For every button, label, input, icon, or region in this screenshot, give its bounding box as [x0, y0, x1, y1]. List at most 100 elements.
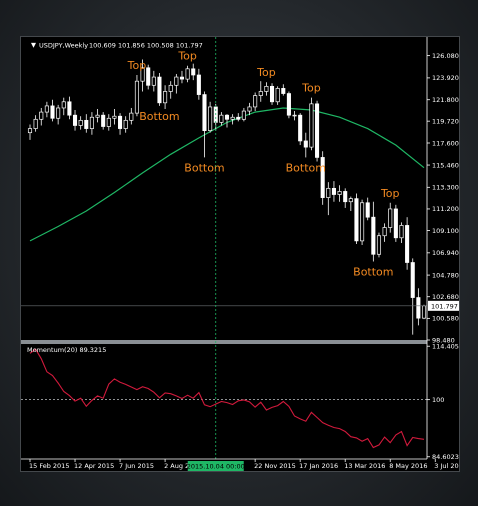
candle	[174, 73, 179, 94]
candle-body	[219, 114, 224, 123]
price-tick-label: 106.940	[432, 249, 459, 257]
time-tick-label: 15 Feb 2015	[29, 462, 69, 470]
price-tick-label: 115.460	[432, 161, 459, 169]
chart-svg[interactable]: 126.080 123.920 121.800 119.720 117.600 115.4…	[21, 37, 467, 471]
annotation-bottom: Bottom	[139, 110, 179, 123]
candle	[292, 111, 297, 121]
candle-body	[292, 114, 297, 117]
momentum-tick-label: 114.4051	[432, 343, 459, 351]
candle	[281, 84, 286, 96]
candle	[157, 72, 162, 106]
candle	[146, 64, 151, 90]
time-tick-label: 3 Jul 2016	[434, 462, 459, 470]
candle-body	[354, 198, 359, 242]
candle	[365, 197, 370, 221]
candle-body	[89, 116, 94, 129]
candle-body	[331, 187, 336, 195]
candle	[315, 100, 320, 162]
annotation-bottom: Bottom	[184, 161, 224, 174]
candle-body	[123, 119, 128, 129]
candle	[208, 101, 213, 133]
price-tick-label: 113.300	[432, 184, 459, 192]
candle-body	[224, 114, 230, 120]
symbol-label: USDJPY,Weekly	[39, 42, 88, 50]
price-tick-label: 119.720	[432, 117, 459, 125]
candle	[309, 97, 314, 151]
candle	[191, 63, 196, 81]
momentum-panel[interactable]: 114.4051 100 84.6023 Momentum(20) 89.3215	[21, 343, 463, 462]
candle-body	[410, 262, 415, 298]
candle-body	[230, 116, 235, 120]
candle-body	[286, 93, 291, 116]
candle	[196, 68, 201, 100]
price-tick-label: 121.800	[432, 96, 459, 104]
candle-body	[27, 128, 33, 134]
candle-body	[191, 68, 196, 76]
price-tick-label: 117.600	[432, 139, 459, 147]
annotation-top: Top	[177, 50, 197, 63]
candle	[393, 204, 398, 242]
candle-body	[44, 105, 49, 113]
symbol-triangle-icon[interactable]: ▼	[31, 41, 36, 49]
candle	[410, 258, 415, 335]
candle	[129, 107, 134, 125]
candle-body	[382, 227, 387, 237]
candle-body	[421, 305, 427, 319]
candle-body	[371, 216, 376, 255]
candle	[151, 70, 156, 92]
ohlc-readout: 100.609 101.856 100.508 101.797	[89, 42, 203, 50]
candle	[376, 232, 382, 258]
candle-body	[376, 235, 382, 255]
candle	[348, 196, 353, 212]
candle	[416, 288, 421, 326]
price-tick-label: 104.780	[432, 271, 459, 279]
candle-body	[50, 105, 55, 119]
annotation-top: Top	[256, 66, 276, 79]
price-tick-label: 100.580	[432, 315, 459, 323]
annotation-bottom: Bottom	[286, 161, 326, 174]
candle-body	[298, 114, 303, 142]
candle-body	[269, 85, 275, 103]
candle-body	[129, 112, 134, 121]
price-tick-label: 111.200	[432, 205, 459, 213]
candle	[72, 110, 78, 131]
last-price-label: 101.797	[431, 302, 458, 310]
candle	[253, 92, 258, 112]
candle	[360, 199, 365, 246]
candle-body	[163, 91, 168, 104]
price-tick-label: 123.920	[432, 74, 459, 82]
candle	[421, 304, 427, 320]
candle-body	[236, 116, 241, 120]
candle	[224, 114, 230, 128]
time-tick-label: 22 Nov 2015	[254, 462, 296, 470]
candle-body	[118, 115, 123, 129]
panel-splitter[interactable]	[21, 340, 427, 344]
crosshair-date-label: 2015.10.04 00:00	[187, 463, 245, 471]
candle	[303, 132, 308, 158]
candle	[78, 116, 83, 130]
price-panel[interactable]: 126.080 123.920 121.800 119.720 117.600 115.4…	[21, 41, 459, 344]
price-tick-label: 102.680	[432, 293, 459, 301]
candle	[95, 109, 100, 123]
candle-body	[258, 91, 263, 96]
annotation-top: Top	[380, 187, 400, 200]
candle	[56, 104, 61, 125]
candle-body	[95, 114, 100, 118]
candle	[337, 185, 342, 202]
candle-body	[247, 106, 252, 112]
candle-body	[281, 88, 286, 94]
candle	[179, 70, 185, 84]
candle-body	[365, 202, 370, 218]
candle-body	[84, 119, 89, 129]
candle	[343, 188, 348, 208]
candle-body	[343, 191, 348, 203]
candle	[112, 109, 117, 125]
candle	[118, 113, 123, 135]
candle	[123, 116, 128, 133]
candle	[399, 222, 404, 243]
candle-body	[388, 208, 393, 228]
candle-body	[112, 115, 117, 119]
momentum-tick-label: 100	[432, 396, 444, 404]
candle-body	[196, 74, 201, 95]
price-tick-label: 109.100	[432, 227, 459, 235]
